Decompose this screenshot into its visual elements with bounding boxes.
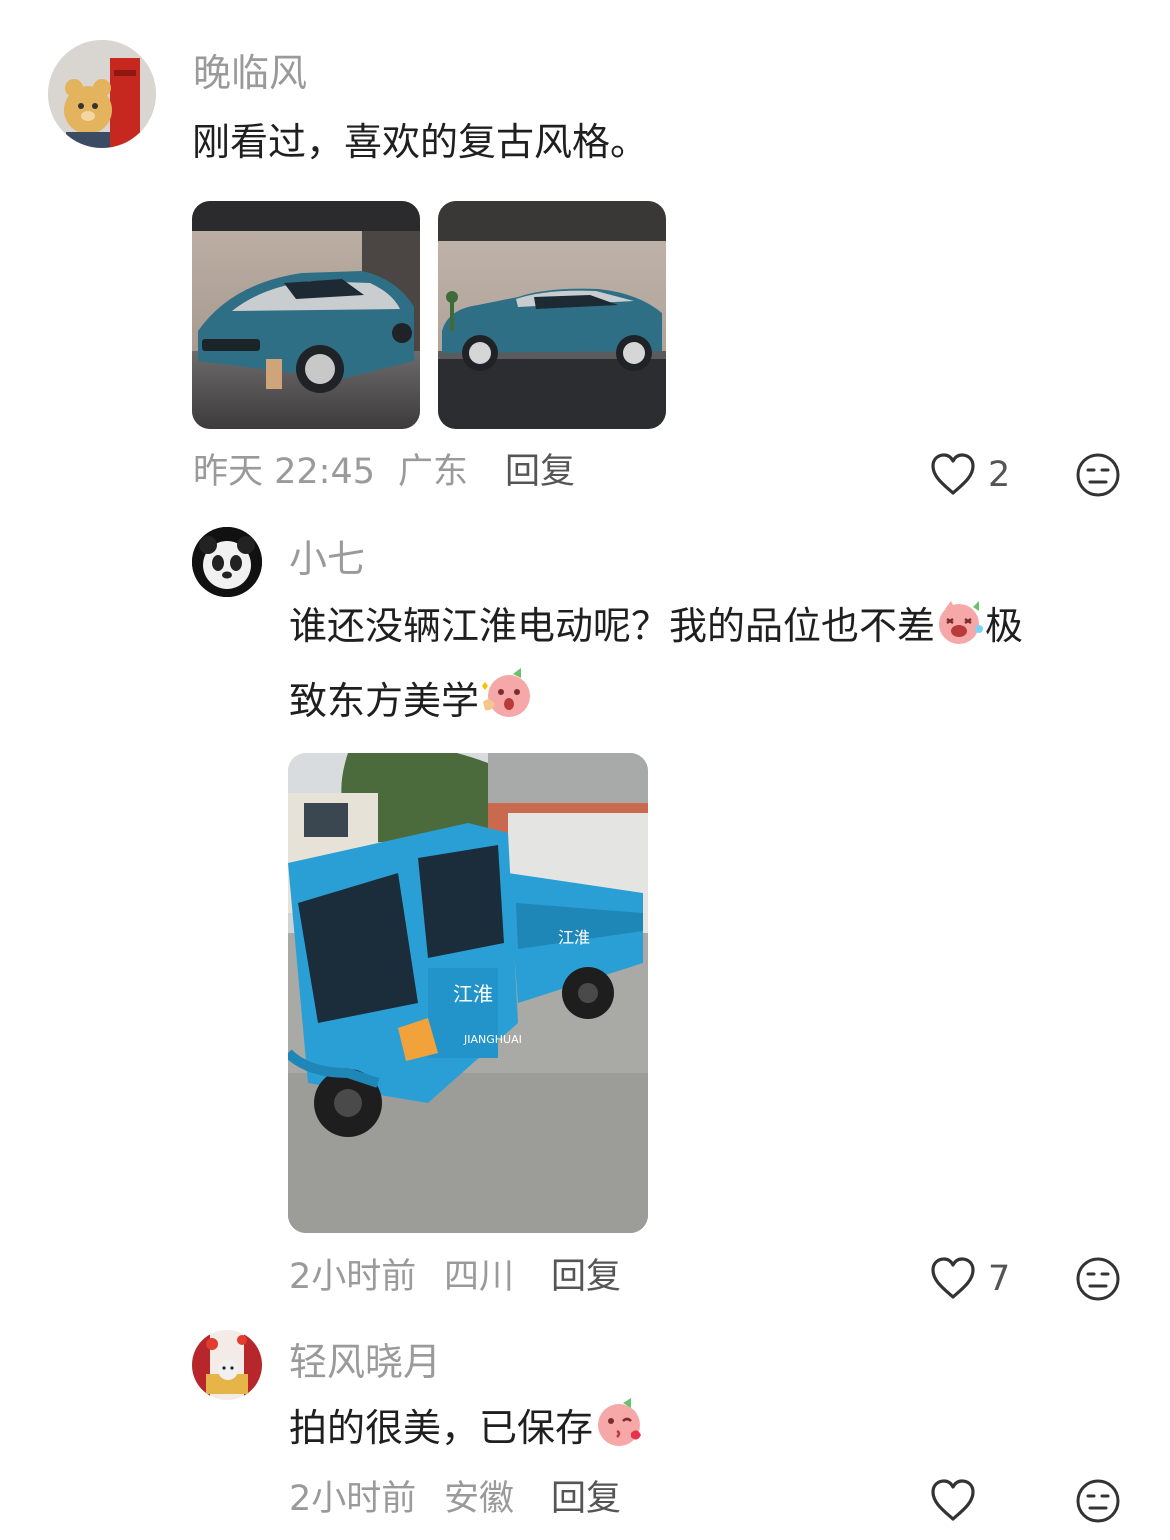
comment-location: 广东 bbox=[398, 452, 469, 492]
reply-button[interactable]: 回复 bbox=[505, 455, 575, 490]
brand-logo-small: JIANGHUAI bbox=[463, 1033, 522, 1046]
avatar[interactable] bbox=[192, 527, 262, 597]
comment-image[interactable] bbox=[438, 201, 666, 429]
comment-text: 刚看过，喜欢的复古风格。 bbox=[192, 120, 649, 164]
laughing-pig-emoji-icon bbox=[935, 597, 985, 666]
comment-text-line: 致东方美学 bbox=[289, 679, 480, 723]
neutral-face-icon[interactable] bbox=[1075, 1478, 1121, 1524]
surprised-pig-emoji-icon bbox=[479, 666, 535, 741]
brand-logo-cab: 江淮 bbox=[453, 982, 493, 1006]
comment-text: 拍的很美，已保存 bbox=[289, 1396, 645, 1468]
reply-button[interactable]: 回复 bbox=[551, 1482, 621, 1517]
neutral-face-icon[interactable] bbox=[1075, 452, 1121, 498]
comment-time: 2小时前 bbox=[289, 1479, 417, 1519]
neutral-face-icon[interactable] bbox=[1075, 1256, 1121, 1302]
comment-location: 四川 bbox=[444, 1257, 515, 1297]
kissing-pig-emoji-icon bbox=[593, 1397, 645, 1468]
comment-text: 谁还没辆江淮电动呢？我的品位也不差 极 致东方美学 bbox=[289, 594, 1149, 741]
comment-image[interactable]: 江淮 江淮 JIANGHUAI bbox=[288, 753, 648, 1233]
like-count: 2 bbox=[988, 455, 1011, 495]
comment-location: 安徽 bbox=[444, 1479, 515, 1519]
comment-time: 2小时前 bbox=[289, 1257, 417, 1297]
comment-username[interactable]: 晚临风 bbox=[193, 54, 307, 92]
brand-logo-bed: 江淮 bbox=[558, 928, 590, 947]
comment-time: 昨天 22:45 bbox=[193, 452, 375, 492]
comment-text-line: 谁还没辆江淮电动呢？我的品位也不差 bbox=[289, 604, 936, 648]
heart-icon[interactable] bbox=[930, 452, 976, 496]
comment-username[interactable]: 轻风晓月 bbox=[289, 1343, 441, 1381]
comment-text-line: 拍的很美，已保存 bbox=[289, 1406, 594, 1450]
comment-username[interactable]: 小七 bbox=[289, 540, 365, 578]
avatar[interactable] bbox=[48, 40, 156, 148]
comment-text-tail: 极 bbox=[985, 604, 1024, 648]
like-count: 7 bbox=[988, 1259, 1011, 1299]
heart-icon[interactable] bbox=[930, 1478, 976, 1522]
comment-image[interactable] bbox=[192, 201, 420, 429]
avatar[interactable] bbox=[192, 1330, 262, 1400]
heart-icon[interactable] bbox=[930, 1256, 976, 1300]
reply-button[interactable]: 回复 bbox=[551, 1260, 621, 1295]
